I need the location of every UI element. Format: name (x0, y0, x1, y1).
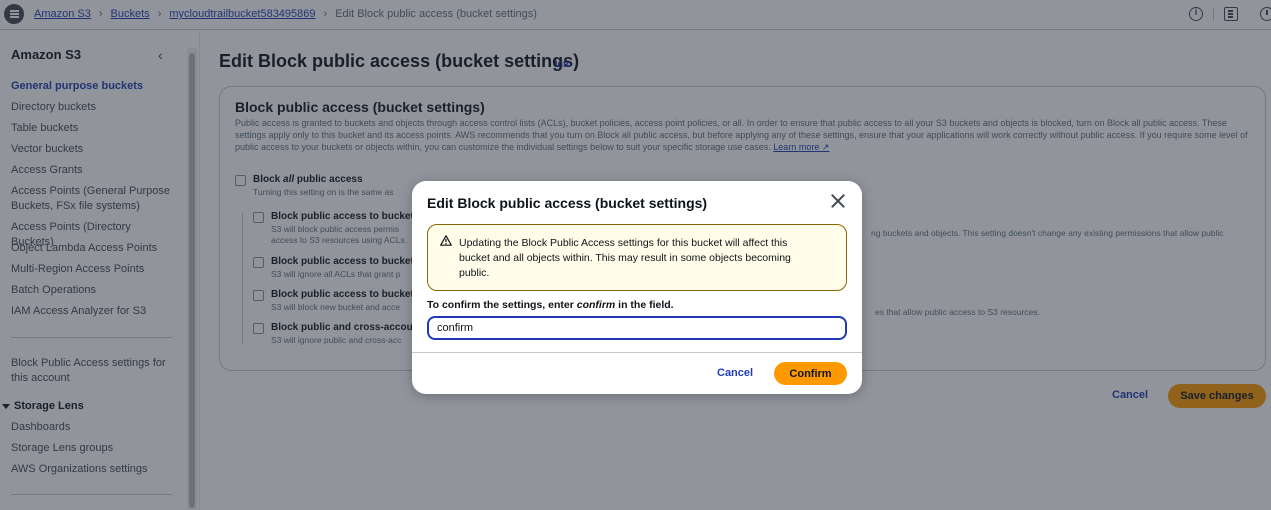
modal-confirm-button[interactable]: Confirm (774, 362, 847, 385)
confirm-label-pre: To confirm the settings, enter (427, 299, 577, 311)
modal-title: Edit Block public access (bucket setting… (427, 195, 708, 211)
confirm-modal: Edit Block public access (bucket setting… (412, 181, 862, 394)
confirm-input[interactable] (427, 316, 847, 340)
warning-alert: Updating the Block Public Access setting… (427, 224, 847, 291)
warning-alert-text: Updating the Block Public Access setting… (459, 237, 791, 279)
confirm-field-label: To confirm the settings, enter confirm i… (427, 299, 674, 311)
close-icon[interactable] (830, 193, 846, 209)
confirm-label-post: in the field. (615, 299, 674, 311)
warning-icon (440, 235, 452, 246)
confirm-label-em: confirm (576, 299, 616, 311)
modal-cancel-button[interactable]: Cancel (717, 367, 753, 379)
modal-footer-divider (412, 352, 862, 353)
